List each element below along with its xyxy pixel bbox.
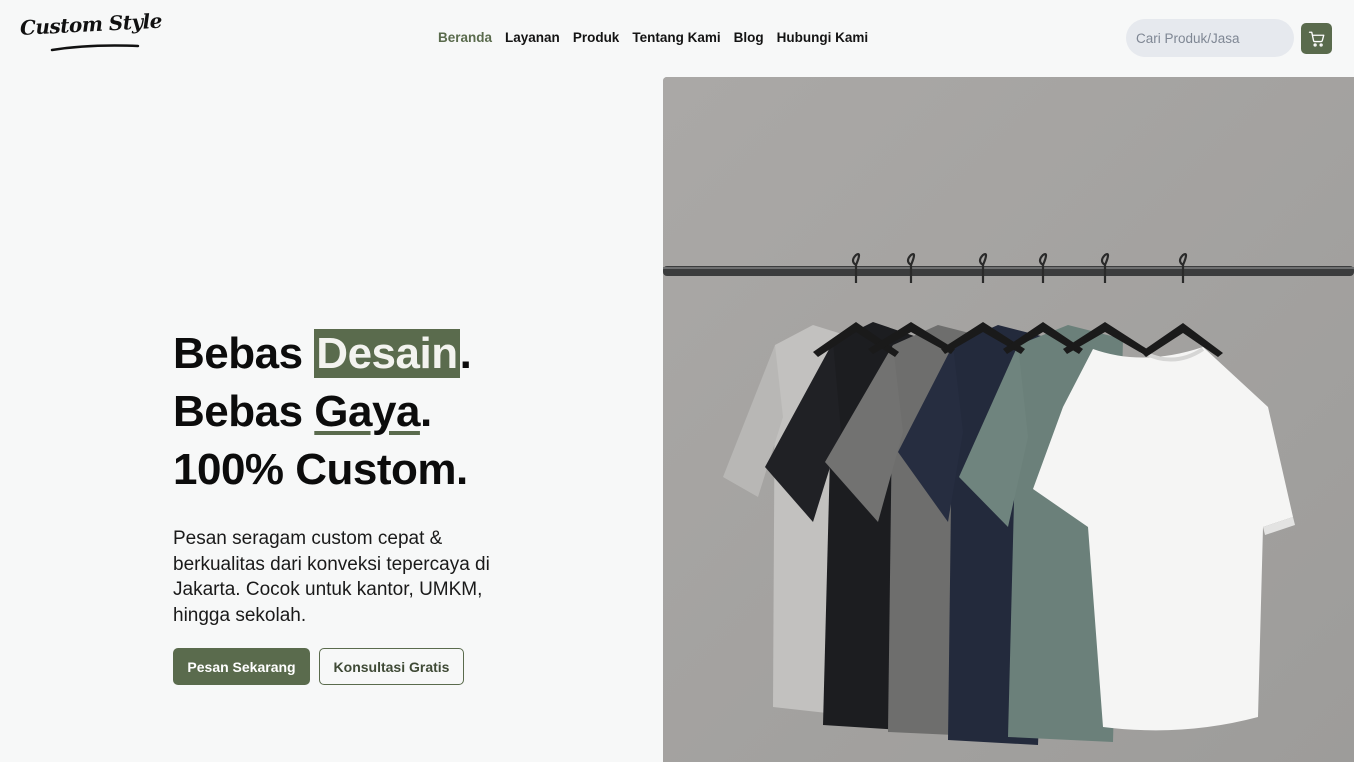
nav-item-blog[interactable]: Blog: [734, 30, 764, 45]
hero-line-1: Bebas Desain.: [173, 325, 472, 383]
hero-line-2-pre: Bebas: [173, 387, 315, 436]
hero-line-1-post: .: [459, 329, 472, 378]
hero-description: Pesan seragam custom cepat & berkualitas…: [173, 528, 490, 626]
nav-item-layanan[interactable]: Layanan: [505, 30, 560, 45]
hero-line-2: Bebas Gaya.: [173, 383, 471, 441]
hero-line-1-pre: Bebas: [173, 329, 315, 378]
cart-button[interactable]: [1301, 23, 1332, 54]
hero-line-2-post: .: [419, 387, 432, 436]
logo[interactable]: Custom Style: [19, 9, 162, 60]
site-header: Custom Style Beranda Layanan Produk Tent…: [0, 0, 1354, 76]
nav-item-beranda[interactable]: Beranda: [438, 30, 492, 45]
hero-line-3: 100% Custom.: [173, 445, 468, 494]
hero-image-tshirts: [663, 77, 1354, 762]
free-consultation-button[interactable]: Konsultasi Gratis: [319, 648, 464, 685]
hero-highlight-desain: Desain: [314, 329, 460, 378]
nav-item-tentang-kami[interactable]: Tentang Kami: [632, 30, 720, 45]
nav-item-hubungi-kami[interactable]: Hubungi Kami: [777, 30, 869, 45]
cart-icon: [1308, 31, 1324, 47]
logo-text: Custom Style: [19, 8, 163, 40]
order-now-button[interactable]: Pesan Sekarang: [173, 648, 310, 685]
hero-headline: Bebas Desain. Bebas Gaya. 100% Custom.: [173, 325, 472, 499]
nav-item-produk[interactable]: Produk: [573, 30, 620, 45]
tshirt-rack-illustration: [663, 77, 1354, 762]
hero-highlight-gaya: Gaya: [314, 387, 420, 436]
main-nav: Beranda Layanan Produk Tentang Kami Blog…: [438, 30, 868, 45]
logo-swoosh: [50, 44, 140, 52]
search-input[interactable]: [1126, 19, 1294, 57]
